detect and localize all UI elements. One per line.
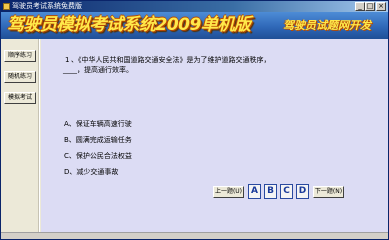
status-bar	[1, 232, 388, 239]
app-header: 驾驶员模拟考试系统2009单机版 驾驶员试题网开发	[1, 12, 388, 39]
title-bar[interactable]: 驾驶员考试系统免费版 _ □ ×	[1, 1, 388, 12]
maximize-button[interactable]: □	[365, 2, 375, 11]
app-window: 驾驶员考试系统免费版 _ □ × 驾驶员模拟考试系统2009单机版 驾驶员试题网…	[0, 0, 389, 240]
answer-d-button[interactable]: D	[296, 184, 309, 199]
question-panel: 1 、《中华人民共和国道路交通安全法》是为了维护道路交通秩序， ____，提高通…	[41, 39, 388, 239]
sidebar-divider	[38, 39, 40, 239]
random-practice-button[interactable]: 随机练习	[4, 71, 36, 83]
minimize-button[interactable]: _	[355, 2, 365, 11]
developer-slogan: 驾驶员试题网开发	[283, 19, 371, 32]
option-d: D、减少交通事故	[64, 168, 119, 176]
question-number: 1	[65, 56, 70, 64]
app-icon	[3, 3, 10, 10]
sidebar: 顺序练习 随机练习 模拟考试	[1, 39, 38, 239]
question-text-line2: ____，提高通行效率。	[63, 66, 133, 74]
window-title: 驾驶员考试系统免费版	[12, 2, 82, 10]
next-question-button[interactable]: 下一题(N)	[313, 186, 344, 198]
option-c: C、保护公民合法权益	[64, 152, 132, 160]
app-name-logo: 驾驶员模拟考试系统2009单机版	[7, 15, 251, 35]
close-button[interactable]: ×	[376, 2, 386, 11]
answer-b-button[interactable]: B	[264, 184, 277, 199]
question-text-line1: 、《中华人民共和国道路交通安全法》是为了维护道路交通秩序，	[71, 56, 271, 64]
sequential-practice-button[interactable]: 顺序练习	[4, 50, 36, 62]
answer-c-button[interactable]: C	[280, 184, 293, 199]
answer-a-button[interactable]: A	[248, 184, 261, 199]
option-b: B、圆满完成运输任务	[64, 136, 132, 144]
mock-exam-button[interactable]: 模拟考试	[4, 92, 36, 104]
previous-question-button[interactable]: 上一题(U)	[213, 186, 244, 198]
option-a: A、保证车辆高速行驶	[64, 120, 132, 128]
